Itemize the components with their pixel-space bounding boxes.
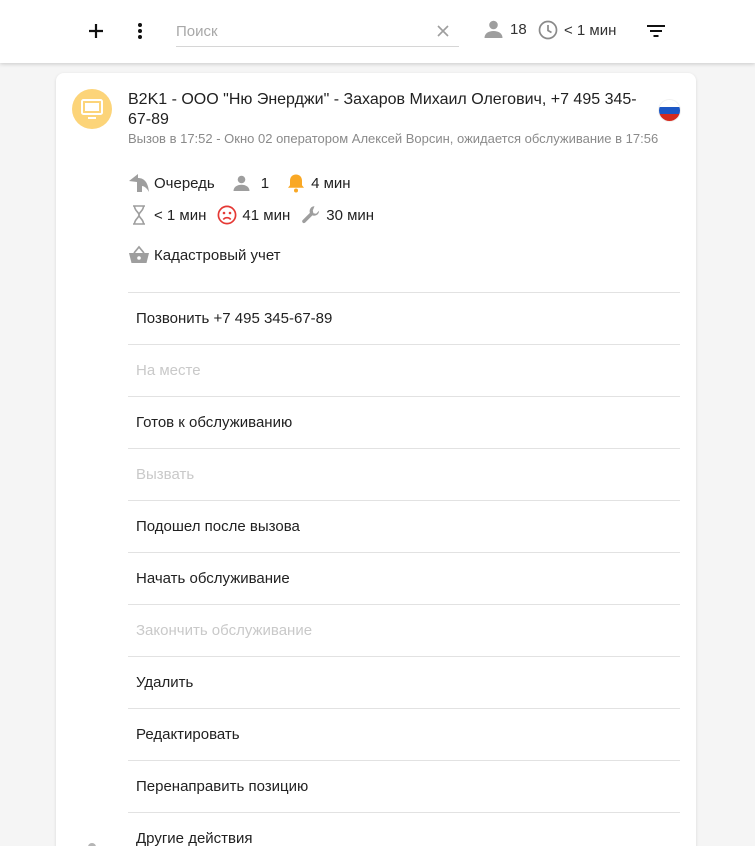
wait-time-value: < 1 мин	[564, 21, 617, 39]
person-icon	[231, 172, 253, 194]
action-arrived-after-call[interactable]: Подошел после вызова	[128, 500, 680, 552]
sad-face-icon	[216, 204, 238, 226]
bell-icon	[285, 172, 307, 194]
ticket-title: B2K1 - ООО "Ню Энерджи" - Захаров Михаил…	[128, 91, 637, 128]
action-ready-for-service[interactable]: Готов к обслуживанию	[128, 396, 680, 448]
action-edit[interactable]: Редактировать	[128, 708, 680, 760]
russia-flag-icon	[659, 100, 680, 121]
wait-time: < 1 мин	[538, 20, 616, 40]
service-time: 30 мин	[326, 206, 375, 224]
action-start-service[interactable]: Начать обслуживание	[128, 552, 680, 604]
queue-count-value: 18	[510, 20, 527, 38]
clock-icon	[538, 20, 558, 40]
close-icon[interactable]	[433, 21, 453, 41]
more-vert-icon[interactable]	[125, 16, 155, 46]
person-icon	[484, 20, 503, 38]
queue-arrow-icon	[128, 172, 150, 194]
queue-label: Очередь	[154, 174, 215, 192]
hourglass-icon	[128, 204, 150, 226]
search-field	[176, 18, 459, 47]
ticket-card: B2K1 - ООО "Ню Энерджи" - Захаров Михаил…	[56, 73, 696, 846]
ticket-subtitle: Вызов в 17:52 - Окно 02 оператором Алекс…	[128, 131, 659, 146]
plus-icon[interactable]	[81, 16, 111, 46]
action-other[interactable]: Другие действия	[128, 812, 680, 846]
wrench-icon	[300, 204, 322, 226]
status-row-2: < 1 мин 41 мин 30 мин	[128, 204, 384, 226]
action-delete[interactable]: Удалить	[128, 656, 680, 708]
filter-icon[interactable]	[641, 16, 671, 46]
ticket-avatar	[72, 89, 112, 129]
search-input[interactable]	[176, 18, 426, 44]
top-toolbar: 18 < 1 мин	[0, 0, 755, 63]
action-redirect[interactable]: Перенаправить позицию	[128, 760, 680, 812]
action-summon: Вызвать	[128, 448, 680, 500]
service-row: Кадастровый учет	[128, 244, 291, 266]
action-call[interactable]: Позвонить +7 495 345-67-89	[128, 292, 680, 344]
status-row-1: Очередь 1 4 мин	[128, 172, 361, 194]
action-finish-service: Закончить обслуживание	[128, 604, 680, 656]
service-name: Кадастровый учет	[154, 246, 281, 264]
action-on-site: На месте	[128, 344, 680, 396]
monitor-icon	[81, 99, 103, 119]
queue-count: 18	[484, 20, 527, 38]
sad-time: 41 мин	[242, 206, 291, 224]
hourglass-time: < 1 мин	[154, 206, 207, 224]
basket-icon	[128, 244, 150, 266]
bell-time: 4 мин	[311, 174, 351, 192]
action-list: Позвонить +7 495 345-67-89 На месте Гото…	[128, 292, 680, 846]
people-count: 1	[260, 174, 270, 192]
